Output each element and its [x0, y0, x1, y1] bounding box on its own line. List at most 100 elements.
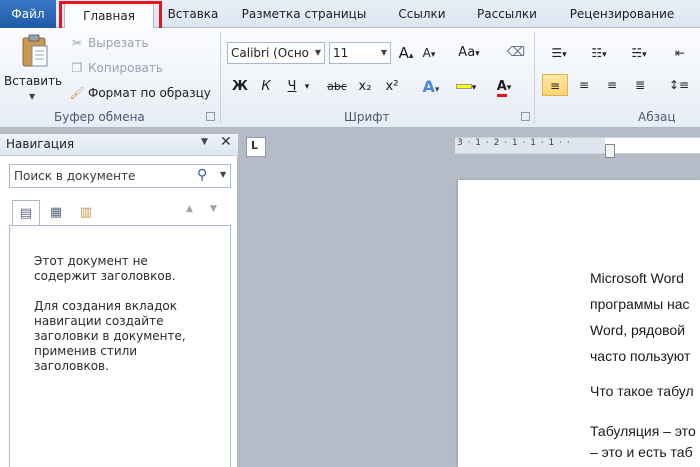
navigation-title: Навигация [6, 137, 75, 151]
decrease-indent-button[interactable]: ⇤ [668, 42, 692, 64]
chevron-down-icon: ▼ [380, 48, 387, 57]
font-color-icon: A [496, 79, 507, 97]
indent-marker[interactable] [605, 144, 615, 158]
numbering-button[interactable]: ☷▾ [584, 42, 614, 64]
document-line: Word, рядовой [590, 322, 686, 338]
numbered-list-icon: ☷ [591, 46, 603, 60]
decrease-indent-icon: ⇤ [674, 46, 686, 60]
tab-browse-headings[interactable]: ▤ [12, 200, 40, 226]
align-center-button[interactable]: ≡ [572, 74, 596, 96]
search-input[interactable]: Поиск в документе ⚲ ▼ [9, 164, 231, 188]
chevron-down-icon: ▼ [29, 92, 36, 101]
group-separator [534, 32, 535, 124]
pane-options-icon[interactable]: ▼ [201, 137, 208, 147]
highlighter-icon [455, 84, 472, 89]
font-size-value: 11 [333, 46, 349, 60]
font-dialog-launcher[interactable] [521, 112, 530, 121]
document-line: Microsoft Word [590, 270, 684, 286]
change-case-icon: Aa [458, 45, 476, 60]
message-line: содержит заголовков. [34, 269, 176, 283]
chevron-down-icon[interactable]: ▾ [302, 76, 312, 98]
pages-grid-icon: ▦ [49, 205, 63, 220]
grow-font-icon: A [398, 44, 409, 62]
line-spacing-button[interactable]: ↕≡ [664, 74, 694, 96]
bullet-list-icon: ☰ [551, 46, 563, 60]
message-line: применив стили [34, 344, 138, 358]
chevron-down-icon[interactable]: ▼ [220, 170, 226, 179]
left-tab-icon: L [251, 139, 259, 152]
scissors-icon: ✂ [71, 36, 83, 50]
shrink-font-icon: A [422, 46, 431, 60]
chevron-down-icon: ▼ [314, 48, 321, 57]
tab-review[interactable]: Рецензирование [560, 0, 684, 28]
font-group-label: Шрифт [344, 110, 390, 124]
message-line: заголовки в документе, [34, 329, 186, 343]
tab-browse-pages[interactable]: ▦ [42, 200, 70, 226]
ribbon-tab-bar: Файл Главная Вставка Разметка страницы С… [0, 0, 700, 29]
bold-button[interactable]: Ж [230, 76, 250, 98]
text-effects-button[interactable]: A▾ [418, 76, 444, 98]
close-icon[interactable]: ✕ [220, 134, 232, 150]
tab-insert[interactable]: Вставка [164, 0, 222, 28]
document-page[interactable]: Microsoft Word программы нас Word, рядов… [458, 180, 700, 467]
format-painter-button[interactable]: 🖌 Формат по образцу [68, 82, 211, 104]
group-separator [220, 32, 221, 124]
document-line: Табуляция – это [590, 423, 696, 439]
copy-button[interactable]: ❐ Копировать [68, 57, 163, 79]
strikethrough-button[interactable]: abc [324, 76, 350, 98]
message-line: Этот документ не [34, 254, 148, 268]
paintbrush-icon: 🖌 [69, 86, 85, 100]
highlight-color-button[interactable]: ▾ [452, 76, 480, 98]
tab-browse-results[interactable]: ▥ [72, 200, 100, 226]
font-name-combo[interactable]: Calibri (Осно ▼ [227, 42, 325, 64]
align-center-icon: ≡ [578, 78, 590, 92]
ribbon-home: Вставить ▼ ✂ Вырезать ❐ Копировать 🖌 Формат… [0, 28, 700, 128]
ruler-ticks: 3 · 1 · 2 · 1 · 1 · 1 · · [457, 138, 571, 148]
clear-formatting-button[interactable]: ⌫ [505, 42, 527, 64]
search-placeholder: Поиск в документе [14, 169, 136, 183]
next-heading-icon[interactable]: ▼ [210, 204, 217, 214]
create-headings-message: Для создания вкладок навигации создайте … [34, 299, 186, 374]
document-line: программы нас [590, 296, 690, 312]
document-line: часто пользуют [590, 348, 691, 364]
justify-button[interactable]: ≣ [628, 74, 652, 96]
tab-selector-button[interactable]: L [246, 137, 266, 157]
horizontal-ruler[interactable]: 3 · 1 · 2 · 1 · 1 · 1 · · [455, 137, 700, 158]
font-color-button[interactable]: A▾ [490, 76, 518, 98]
cut-label: Вырезать [88, 36, 149, 50]
message-line: Для создания вкладок [34, 299, 177, 313]
previous-heading-icon[interactable]: ▲ [186, 204, 193, 214]
italic-button[interactable]: К [256, 76, 276, 98]
navigation-header: Навигация ▼ ✕ [0, 134, 238, 156]
navigation-pane: Навигация ▼ ✕ Поиск в документе ⚲ ▼ ▤ ▦ … [0, 134, 238, 467]
clipboard-dialog-launcher[interactable] [206, 112, 215, 121]
grow-font-button[interactable]: A▴ [396, 42, 416, 64]
tab-references[interactable]: Ссылки [390, 0, 454, 28]
font-size-combo[interactable]: 11 ▼ [329, 42, 391, 64]
bullets-button[interactable]: ☰▾ [544, 42, 574, 64]
superscript-button[interactable]: x² [381, 76, 403, 98]
underline-button[interactable]: Ч [282, 76, 302, 98]
clipboard-icon [22, 34, 48, 67]
format-painter-label: Формат по образцу [88, 86, 211, 100]
justify-icon: ≣ [634, 78, 646, 92]
align-left-button[interactable]: ≡ [542, 74, 568, 96]
align-right-icon: ≡ [606, 78, 618, 92]
align-right-button[interactable]: ≡ [600, 74, 624, 96]
no-headings-message: Этот документ не содержит заголовков. [34, 254, 176, 284]
copy-icon: ❐ [71, 61, 83, 75]
headings-icon: ▤ [19, 206, 33, 221]
tab-page-layout[interactable]: Разметка страницы [238, 0, 370, 28]
multilevel-list-button[interactable]: ☵▾ [624, 42, 654, 64]
tab-mailings[interactable]: Рассылки [470, 0, 544, 28]
search-icon[interactable]: ⚲ [197, 167, 207, 183]
multilevel-list-icon: ☵ [631, 46, 643, 60]
subscript-button[interactable]: x₂ [354, 76, 376, 98]
change-case-button[interactable]: Aa▾ [454, 42, 484, 64]
tab-home[interactable]: Главная [64, 3, 154, 29]
paste-button[interactable]: Вставить ▼ [4, 32, 62, 108]
cut-button[interactable]: ✂ Вырезать [68, 32, 149, 54]
line-spacing-icon: ↕≡ [668, 78, 690, 92]
tab-file[interactable]: Файл [0, 0, 56, 28]
shrink-font-button[interactable]: A▾ [419, 42, 439, 64]
